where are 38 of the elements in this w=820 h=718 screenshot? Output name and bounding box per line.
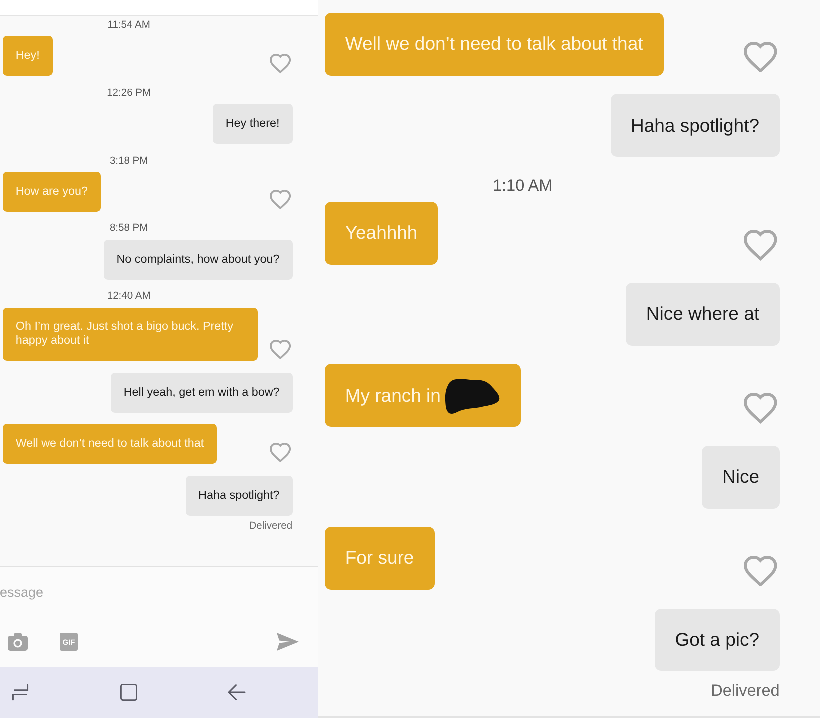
message-bubble: Hey! — [3, 36, 53, 76]
timestamp: 11:54 AM — [108, 20, 150, 33]
heart-icon[interactable] — [270, 190, 291, 210]
message-bubble: Haha spotlight? — [610, 94, 780, 158]
home-square-icon[interactable] — [120, 684, 138, 701]
timestamp: 8:58 PM — [110, 223, 148, 236]
timestamp: 1:10 AM — [492, 176, 553, 196]
recent-apps-icon[interactable] — [12, 684, 30, 701]
send-icon[interactable] — [277, 633, 299, 651]
message-bubble: No complaints, how about you? — [104, 240, 293, 280]
message-bubble: Well we don’t need to talk about that — [325, 13, 664, 76]
heart-icon[interactable] — [744, 556, 778, 586]
timestamp: 12:40 AM — [107, 291, 151, 304]
heart-icon[interactable] — [744, 393, 778, 424]
message-text: My ranch in — [345, 384, 441, 406]
message-field[interactable]: essage — [0, 574, 300, 610]
message-bubble: Yeahhhh — [325, 202, 438, 265]
timestamp: 12:26 PM — [107, 88, 152, 101]
heart-icon[interactable] — [270, 442, 291, 462]
message-bubble: Haha spotlight? — [186, 476, 293, 516]
delivery-status: Delivered — [711, 680, 780, 701]
message-bubble: Nice — [702, 446, 780, 509]
message-bubble: Oh I’m great. Just shot a bigo buck. Pretty happy about it — [3, 308, 258, 362]
message-bubble: Hell yeah, get em with a bow? — [110, 373, 293, 413]
heart-icon[interactable] — [744, 230, 778, 261]
message-bubble: Got a pic? — [654, 608, 780, 672]
message-bubble: Well we don’t need to talk about that — [3, 424, 217, 464]
heart-icon[interactable] — [270, 340, 291, 359]
timestamp: 3:18 PM — [110, 156, 148, 168]
message-bubble: Nice where at — [626, 283, 780, 346]
message-bubble: For sure — [325, 527, 435, 590]
message-bubble: Hey there! — [212, 104, 293, 144]
back-arrow-icon[interactable] — [228, 684, 246, 701]
message-bubble: How are you? — [3, 172, 101, 212]
camera-icon[interactable] — [8, 633, 28, 651]
heart-icon[interactable] — [270, 54, 291, 74]
delivery-status: Delivered — [249, 521, 293, 534]
heart-icon[interactable] — [744, 42, 778, 72]
